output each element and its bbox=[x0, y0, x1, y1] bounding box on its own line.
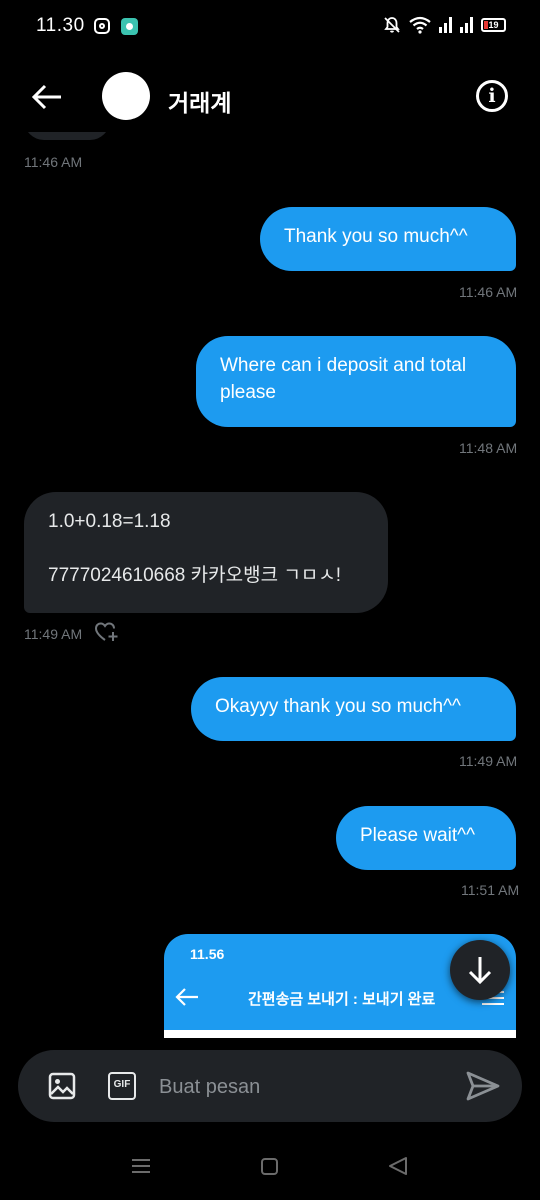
message-text: Where can i deposit and total please bbox=[220, 355, 467, 403]
message-time: 11:49 AM bbox=[24, 626, 83, 642]
battery-level: 19 bbox=[488, 20, 499, 30]
message-time: 11:46 AM bbox=[24, 154, 83, 170]
instagram-icon bbox=[94, 18, 110, 34]
signal-icon-2 bbox=[460, 17, 473, 33]
home-icon[interactable] bbox=[261, 1158, 278, 1175]
avatar[interactable] bbox=[102, 72, 150, 120]
message-text-line: 7777024610668 카카오뱅크 ㄱㅁㅅ! bbox=[48, 565, 342, 586]
back-arrow-icon[interactable] bbox=[30, 80, 64, 114]
message-bubble-outgoing[interactable]: Okayyy thank you so much^^ bbox=[191, 677, 516, 741]
status-time: 11.30 bbox=[36, 15, 85, 36]
gif-icon[interactable]: GIF bbox=[108, 1072, 136, 1100]
message-bubble-partial bbox=[24, 132, 110, 140]
message-time: 11:51 AM bbox=[461, 882, 520, 898]
image-content-area bbox=[164, 1030, 516, 1038]
message-bubble-outgoing[interactable]: Thank you so much^^ bbox=[260, 207, 516, 271]
message-list: 11:46 AM Thank you so much^^ 11:46 AM Wh… bbox=[0, 132, 540, 1038]
message-bubble-incoming[interactable]: 1.0+0.18=1.18 7777024610668 카카오뱅크 ㄱㅁㅅ! bbox=[24, 492, 388, 613]
heart-plus-icon[interactable] bbox=[94, 621, 120, 643]
image-back-arrow-icon bbox=[175, 988, 198, 1006]
message-text: Thank you so much^^ bbox=[284, 226, 468, 247]
image-status-time: 11.56 bbox=[190, 946, 225, 962]
arrow-down-icon bbox=[468, 957, 492, 985]
scroll-to-bottom-button[interactable] bbox=[450, 940, 510, 1000]
mute-bell-icon bbox=[384, 17, 400, 33]
info-icon[interactable]: i bbox=[476, 80, 508, 112]
message-time: 11:46 AM bbox=[459, 284, 518, 300]
status-icons: 19 bbox=[383, 16, 506, 34]
signal-icon bbox=[439, 17, 452, 33]
message-time: 11:49 AM bbox=[459, 753, 518, 769]
message-text: Okayyy thank you so much^^ bbox=[215, 696, 461, 717]
nav-back-icon[interactable] bbox=[388, 1156, 408, 1176]
message-bubble-outgoing[interactable]: Please wait^^ bbox=[336, 806, 516, 870]
message-text-line: 1.0+0.18=1.18 bbox=[48, 511, 171, 532]
message-input[interactable] bbox=[159, 1072, 449, 1102]
recent-apps-icon[interactable] bbox=[131, 1158, 151, 1174]
conversation-title[interactable]: 거래계 bbox=[168, 84, 231, 118]
battery-icon: 19 bbox=[481, 18, 506, 32]
message-text: Please wait^^ bbox=[360, 825, 475, 846]
message-composer: GIF bbox=[18, 1050, 522, 1122]
system-nav-bar bbox=[0, 1140, 540, 1200]
image-icon[interactable] bbox=[48, 1072, 76, 1100]
message-bubble-outgoing[interactable]: Where can i deposit and total please bbox=[196, 336, 516, 427]
status-bar: 11.30 19 bbox=[0, 0, 540, 54]
app-notification-icon bbox=[121, 18, 138, 35]
image-title: 간편송금 보내기 : 보내기 완료 bbox=[248, 991, 436, 1008]
chat-header: 거래계 i bbox=[0, 60, 540, 132]
wifi-icon bbox=[409, 16, 431, 34]
message-time: 11:48 AM bbox=[459, 440, 518, 456]
send-icon[interactable] bbox=[466, 1070, 500, 1102]
